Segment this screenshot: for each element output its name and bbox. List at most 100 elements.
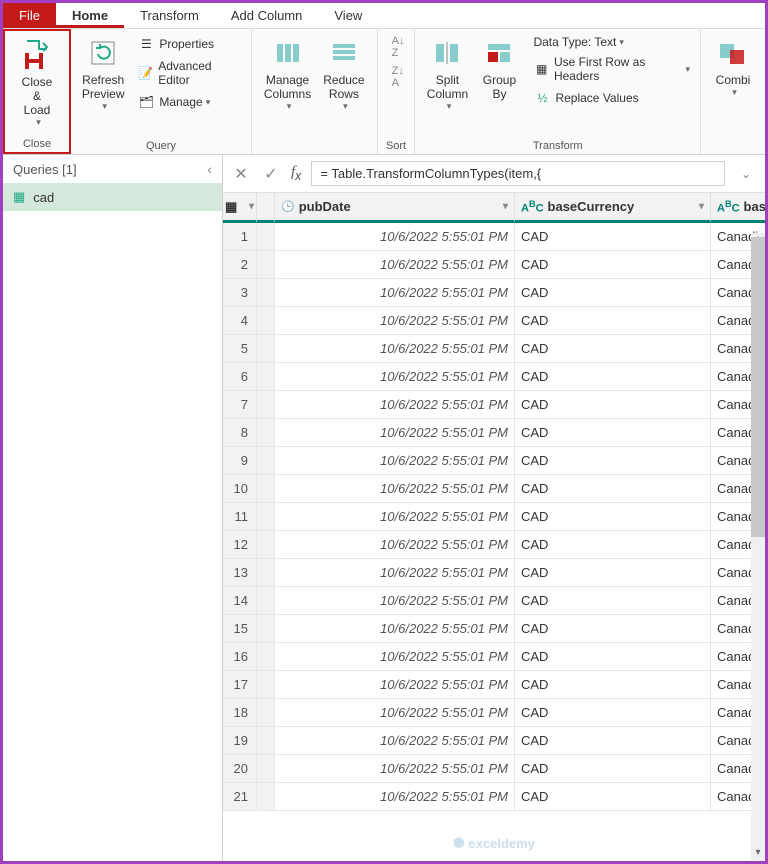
row-number[interactable]: 18 (223, 699, 257, 727)
properties-button[interactable]: ☰ Properties (133, 33, 245, 55)
basecurrency-cell[interactable]: CAD (515, 335, 711, 363)
row-number[interactable]: 8 (223, 419, 257, 447)
pubdate-cell[interactable]: 10/6/2022 5:55:01 PM (275, 755, 515, 783)
formula-input[interactable] (311, 161, 725, 186)
first-row-headers-button[interactable]: ▦ Use First Row as Headers (529, 53, 694, 85)
pubdate-cell[interactable]: 10/6/2022 5:55:01 PM (275, 671, 515, 699)
pubdate-cell[interactable]: 10/6/2022 5:55:01 PM (275, 447, 515, 475)
chevron-down-icon[interactable]: ▾ (503, 201, 508, 212)
combine-button[interactable]: Combi (707, 33, 759, 100)
accept-formula-button[interactable]: ✓ (261, 164, 281, 184)
reduce-rows-button[interactable]: ReduceRows (317, 33, 370, 114)
row-number[interactable]: 12 (223, 531, 257, 559)
row-number[interactable]: 2 (223, 251, 257, 279)
pubdate-cell[interactable]: 10/6/2022 5:55:01 PM (275, 419, 515, 447)
row-number[interactable]: 21 (223, 783, 257, 811)
basecurrency-cell[interactable]: CAD (515, 363, 711, 391)
replace-values-button[interactable]: ½ Replace Values (529, 87, 694, 109)
basecurrency-cell[interactable]: CAD (515, 447, 711, 475)
basecurrency-cell[interactable]: CAD (515, 419, 711, 447)
basecurrency-cell[interactable]: CAD (515, 223, 711, 251)
basecurrency-cell[interactable]: CAD (515, 503, 711, 531)
row-number[interactable]: 1 (223, 223, 257, 251)
basecurrency-cell[interactable]: CAD (515, 475, 711, 503)
vertical-scrollbar[interactable]: ▴ ▾ (751, 233, 765, 861)
sort-desc-button[interactable]: Z↓A (388, 63, 409, 91)
basecurrency-cell[interactable]: CAD (515, 307, 711, 335)
row-number[interactable]: 16 (223, 643, 257, 671)
chevron-down-icon[interactable]: ▾ (699, 201, 704, 212)
pubdate-cell[interactable]: 10/6/2022 5:55:01 PM (275, 363, 515, 391)
column-pubdate-header[interactable]: 🕒 pubDate ▾ (275, 193, 515, 223)
tab-view[interactable]: View (318, 3, 378, 28)
pubdate-cell[interactable]: 10/6/2022 5:55:01 PM (275, 223, 515, 251)
tab-home[interactable]: Home (56, 3, 124, 28)
basecurrency-cell[interactable]: CAD (515, 391, 711, 419)
row-number[interactable]: 3 (223, 279, 257, 307)
basecurrency-cell[interactable]: CAD (515, 671, 711, 699)
row-number[interactable]: 10 (223, 475, 257, 503)
basecurrency-cell[interactable]: CAD (515, 279, 711, 307)
expand-formula-button[interactable]: ⌄ (735, 167, 757, 181)
basecurrency-cell[interactable]: CAD (515, 615, 711, 643)
row-number[interactable]: 13 (223, 559, 257, 587)
row-number[interactable]: 9 (223, 447, 257, 475)
manage-button[interactable]: 🗂 Manage (133, 91, 245, 113)
scrollbar-thumb[interactable] (751, 237, 765, 537)
row-number[interactable]: 5 (223, 335, 257, 363)
row-number[interactable]: 7 (223, 391, 257, 419)
pubdate-cell[interactable]: 10/6/2022 5:55:01 PM (275, 307, 515, 335)
pubdate-cell[interactable]: 10/6/2022 5:55:01 PM (275, 503, 515, 531)
refresh-preview-button[interactable]: RefreshPreview (77, 33, 129, 114)
data-type-button[interactable]: Data Type: Text (529, 33, 694, 51)
row-number[interactable]: 4 (223, 307, 257, 335)
pubdate-cell[interactable]: 10/6/2022 5:55:01 PM (275, 279, 515, 307)
pubdate-cell[interactable]: 10/6/2022 5:55:01 PM (275, 391, 515, 419)
advanced-editor-button[interactable]: 📝 Advanced Editor (133, 57, 245, 89)
manage-columns-button[interactable]: ManageColumns (258, 33, 317, 114)
blank-cell (257, 447, 275, 475)
basecurrency-cell[interactable]: CAD (515, 783, 711, 811)
query-item-cad[interactable]: ▦ cad (3, 183, 222, 211)
pubdate-cell[interactable]: 10/6/2022 5:55:01 PM (275, 335, 515, 363)
column-blank-header[interactable] (257, 193, 275, 223)
tab-add-column[interactable]: Add Column (215, 3, 319, 28)
basecurrency-cell[interactable]: CAD (515, 531, 711, 559)
basecurrency-cell[interactable]: CAD (515, 559, 711, 587)
basecurrency-cell[interactable]: CAD (515, 755, 711, 783)
basecurrency-cell[interactable]: CAD (515, 699, 711, 727)
row-number[interactable]: 15 (223, 615, 257, 643)
pubdate-cell[interactable]: 10/6/2022 5:55:01 PM (275, 615, 515, 643)
tab-file[interactable]: File (3, 3, 56, 28)
tab-transform[interactable]: Transform (124, 3, 215, 28)
basecurrency-cell[interactable]: CAD (515, 587, 711, 615)
pubdate-cell[interactable]: 10/6/2022 5:55:01 PM (275, 727, 515, 755)
scroll-down-arrow[interactable]: ▾ (751, 847, 765, 861)
close-and-load-button[interactable]: Close &Load (11, 35, 63, 130)
pubdate-cell[interactable]: 10/6/2022 5:55:01 PM (275, 251, 515, 279)
pubdate-cell[interactable]: 10/6/2022 5:55:01 PM (275, 783, 515, 811)
group-by-button[interactable]: GroupBy (473, 33, 525, 103)
sort-asc-button[interactable]: A↓Z (388, 33, 409, 61)
row-number[interactable]: 14 (223, 587, 257, 615)
column-basename-header[interactable]: ABC baseNa (711, 193, 765, 223)
cancel-formula-button[interactable]: ✕ (231, 164, 251, 184)
row-number[interactable]: 17 (223, 671, 257, 699)
row-number[interactable]: 6 (223, 363, 257, 391)
column-basecurrency-header[interactable]: ABC baseCurrency ▾ (515, 193, 711, 223)
pubdate-cell[interactable]: 10/6/2022 5:55:01 PM (275, 475, 515, 503)
pubdate-cell[interactable]: 10/6/2022 5:55:01 PM (275, 643, 515, 671)
row-number[interactable]: 19 (223, 727, 257, 755)
basecurrency-cell[interactable]: CAD (515, 727, 711, 755)
pubdate-cell[interactable]: 10/6/2022 5:55:01 PM (275, 531, 515, 559)
split-column-button[interactable]: SplitColumn (421, 33, 473, 114)
pubdate-cell[interactable]: 10/6/2022 5:55:01 PM (275, 587, 515, 615)
row-number[interactable]: 11 (223, 503, 257, 531)
basecurrency-cell[interactable]: CAD (515, 251, 711, 279)
collapse-sidebar-icon[interactable]: ‹ (207, 161, 212, 177)
row-number[interactable]: 20 (223, 755, 257, 783)
select-all-corner[interactable]: ▦▾ (223, 193, 257, 223)
pubdate-cell[interactable]: 10/6/2022 5:55:01 PM (275, 559, 515, 587)
basecurrency-cell[interactable]: CAD (515, 643, 711, 671)
pubdate-cell[interactable]: 10/6/2022 5:55:01 PM (275, 699, 515, 727)
